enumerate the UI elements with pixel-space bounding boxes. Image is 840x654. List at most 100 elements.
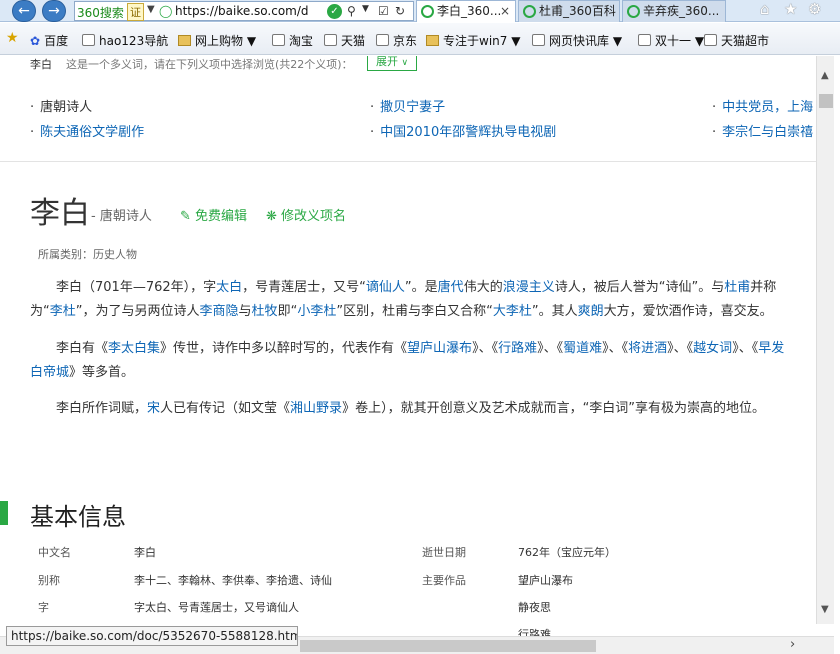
bookmark-shopping[interactable]: 网上购物 ▼	[178, 32, 256, 49]
search-engine-label[interactable]: 360搜索	[77, 4, 124, 21]
search-icon[interactable]: ⚲	[347, 4, 356, 18]
chevron-down-icon[interactable]: ▼	[362, 4, 369, 14]
info-link[interactable]: 望庐山瀑布	[518, 572, 573, 588]
bookmark-baidu[interactable]: ✿ 百度	[30, 32, 68, 49]
scrollbar-thumb[interactable]	[300, 640, 596, 652]
inline-link[interactable]: 行路难	[498, 341, 537, 356]
info-key: 中文名	[38, 546, 71, 559]
lock-icon[interactable]: ☑	[378, 4, 389, 18]
expand-button[interactable]: 展开 ∨	[367, 56, 417, 71]
edit-button[interactable]: ✎ 免费编辑	[180, 205, 247, 224]
address-bar[interactable]: 360搜索 证 ▼ ◯ https://baike.so.com/d ✓ ⚲ ▼…	[74, 1, 414, 21]
disambiguation-item[interactable]: · 陈夫通俗文学剧作	[30, 121, 144, 140]
inline-link[interactable]: 越女词	[693, 341, 732, 356]
info-link[interactable]: 静夜思	[518, 599, 551, 615]
favorites-star-icon[interactable]: ★	[6, 30, 19, 46]
bookmark-taobao[interactable]: 淘宝	[272, 32, 313, 49]
paragraph-text: 》等多首。	[69, 365, 135, 380]
close-icon[interactable]: ×	[500, 1, 510, 21]
pencil-icon: ✎	[180, 209, 191, 224]
inline-link[interactable]: 小李杜	[297, 304, 336, 319]
scrollbar-thumb[interactable]	[819, 94, 833, 108]
rename-button[interactable]: ❋ 修改义项名	[266, 205, 346, 224]
tab-favicon-icon	[523, 5, 536, 18]
inline-link[interactable]: 望庐山瀑布	[407, 341, 472, 356]
status-bar-url: https://baike.so.com/doc/5352670-5588128…	[6, 626, 298, 646]
home-icon[interactable]: ⌂	[760, 0, 770, 18]
paragraph-text: 》、《	[602, 341, 629, 356]
inline-link[interactable]: 唐代	[438, 280, 464, 295]
inline-link[interactable]: 宋	[147, 401, 160, 416]
paragraph-text: 伟大的	[463, 280, 503, 295]
refresh-icon[interactable]: ↻	[395, 4, 405, 18]
tab-xinqiji[interactable]: 辛弃疾_360...	[622, 0, 726, 22]
shield-icon[interactable]: ✓	[327, 4, 342, 19]
bookmark-webslices[interactable]: 网页快讯库 ▼	[532, 32, 622, 49]
tab-title: 杜甫_360百科	[539, 4, 616, 18]
divider	[0, 161, 816, 162]
disambiguation-item[interactable]: · 李宗仁与白崇禧	[712, 121, 813, 140]
section-title: 基本信息	[30, 503, 126, 531]
paragraph-text: 》传世，诗作中多以醉时写的，代表作有《	[160, 341, 408, 356]
inline-link[interactable]: 蜀道难	[563, 341, 602, 356]
paragraph-text: 》、《	[667, 341, 694, 356]
bookmarks-bar: ★ ✿ 百度 hao123导航 网上购物 ▼ 淘宝 天猫 京东 专注于win7 ▼…	[0, 23, 840, 55]
folder-icon	[178, 35, 191, 46]
paragraph-text: 》、《	[732, 341, 759, 356]
summary-paragraph: 李白有《李太白集》传世，诗作中多以醉时写的，代表作有《望庐山瀑布》、《行路难》、…	[30, 337, 790, 385]
bookmark-tmall-market[interactable]: 天猫超市	[704, 32, 769, 49]
certificate-icon[interactable]: 证	[127, 3, 144, 21]
paragraph-text: 》、《	[472, 341, 499, 356]
bookmark-double11[interactable]: 双十一 ▼	[638, 32, 704, 49]
bookmark-hao123[interactable]: hao123导航	[82, 32, 168, 49]
disambiguation-item[interactable]: · 中国2010年邵警辉执导电视剧	[370, 121, 556, 140]
paragraph-text: 大方，爱饮酒作诗，喜交友。	[603, 304, 773, 319]
entry-title: 李白	[30, 196, 90, 231]
url-text[interactable]: https://baike.so.com/d	[175, 4, 325, 18]
disambiguation-item[interactable]: · 唐朝诗人	[30, 96, 92, 115]
tab-libai[interactable]: 李白_360... ×	[416, 0, 516, 22]
paragraph-text: ”区别，杜甫与李白又合称“	[336, 304, 493, 319]
paragraph-text: 》、《	[537, 341, 564, 356]
scroll-right-icon[interactable]: ›	[790, 637, 795, 652]
gear-icon[interactable]: ⚙	[808, 0, 821, 18]
inline-link[interactable]: 爽朗	[578, 304, 604, 319]
inline-link[interactable]: 李商隐	[200, 304, 239, 319]
section-marker	[0, 501, 8, 525]
chevron-down-icon: ∨	[401, 58, 409, 68]
tab-title: 辛弃疾_360...	[643, 4, 720, 18]
inline-link[interactable]: 杜甫	[724, 280, 750, 295]
disambiguation-item[interactable]: · 撒贝宁妻子	[370, 96, 445, 115]
vertical-scrollbar[interactable]: ▲ ▼	[816, 56, 834, 624]
inline-link[interactable]: 太白	[216, 280, 242, 295]
back-icon[interactable]: ←	[12, 0, 36, 22]
disambiguation-item[interactable]: · 中共党员，上海	[712, 96, 813, 115]
bookmark-tmall[interactable]: 天猫	[324, 32, 365, 49]
star-icon[interactable]: ★	[784, 0, 797, 18]
disambiguation-header: 李白 这是一个多义词，请在下列义项中选择浏览(共22个义项)：	[30, 56, 353, 72]
inline-link[interactable]: 谪仙人	[366, 280, 405, 295]
bookmark-jd[interactable]: 京东	[376, 32, 417, 49]
bookmark-win7[interactable]: 专注于win7 ▼	[426, 32, 520, 49]
forward-icon[interactable]: →	[42, 0, 66, 22]
paragraph-text: 诗人，被后人誉为“诗仙”。与	[554, 280, 725, 295]
scroll-up-icon[interactable]: ▲	[821, 70, 829, 81]
inline-link[interactable]: 湘山野录	[290, 401, 342, 416]
tab-dufu[interactable]: 杜甫_360百科	[518, 0, 620, 22]
paragraph-text: 即“	[277, 304, 298, 319]
inline-link[interactable]: 李杜	[50, 304, 76, 319]
tab-favicon-icon	[627, 5, 640, 18]
inline-link[interactable]: 浪漫主义	[503, 280, 555, 295]
paragraph-text: ”，为了与另两位诗人	[75, 304, 200, 319]
inline-link[interactable]: 李太白集	[108, 341, 160, 356]
paragraph-text: ，号青莲居士，又号“	[242, 280, 366, 295]
paragraph-text: 李白所作词赋，	[56, 401, 148, 416]
inline-link[interactable]: 大李杜	[493, 304, 532, 319]
entry-subtitle: - 唐朝诗人	[91, 209, 152, 224]
chevron-down-icon[interactable]: ▼	[147, 4, 155, 15]
browser-titlebar: ← → 360搜索 证 ▼ ◯ https://baike.so.com/d ✓…	[0, 0, 840, 22]
scroll-down-icon[interactable]: ▼	[821, 604, 829, 615]
inline-link[interactable]: 将进酒	[628, 341, 667, 356]
inline-link[interactable]: 杜牧	[252, 304, 278, 319]
page-icon	[532, 34, 545, 46]
